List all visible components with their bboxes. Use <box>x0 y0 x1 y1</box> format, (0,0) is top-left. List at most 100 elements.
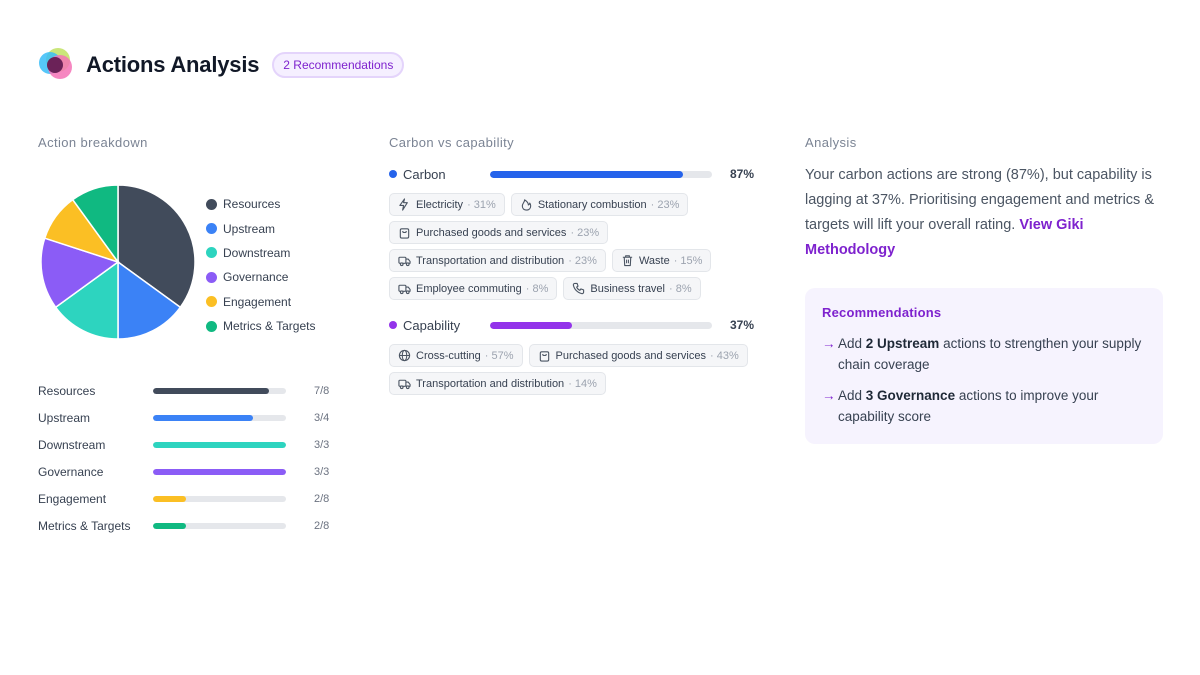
shopping-bag-icon <box>399 228 410 239</box>
breakdown-label: Resources <box>38 384 96 399</box>
breakdown-count: 3/4 <box>314 412 330 425</box>
capability-chips: Cross-cutting · 57% Purchased goods and se… <box>389 344 759 395</box>
phone-icon <box>573 282 585 295</box>
breakdown-bar-fill <box>153 442 286 449</box>
recommendation-item: → Add 3 Governance actions to improve you… <box>822 385 1146 427</box>
chip-label: Purchased goods and services <box>555 349 706 362</box>
legend-item-resources: Resources <box>206 192 315 216</box>
recommendation-text: Add 2 Upstream actions to strengthen you… <box>838 333 1146 375</box>
carbon-progress-fill <box>490 170 684 178</box>
capability-metric: Capability 37% <box>389 316 754 334</box>
recommendation-highlight: 3 Governance <box>865 388 956 403</box>
legend-dot <box>206 320 217 332</box>
breakdown-count: 3/3 <box>314 439 330 452</box>
breakdown-bar-track <box>153 388 286 395</box>
chip-percent: · 31% <box>467 198 496 211</box>
chip-purchased-goods-and-services[interactable]: Purchased goods and services · 23% <box>389 221 609 244</box>
shopping-bag-icon <box>539 351 549 362</box>
legend-item-engagement: Engagement <box>206 290 315 314</box>
breakdown-row-engagement: Engagement 2/8 <box>38 486 338 513</box>
breakdown-row-governance: Governance 3/3 <box>38 459 338 486</box>
legend-label: Engagement <box>223 294 292 309</box>
chip-electricity[interactable]: Electricity · 31% <box>389 193 505 216</box>
legend-dot <box>206 247 217 259</box>
chip-stationary-combustion[interactable]: Stationary combustion · 23% <box>510 193 689 216</box>
breakdown-bar-fill <box>153 415 253 422</box>
chip-purchased-goods-and-services[interactable]: Purchased goods and services · 43% <box>528 344 748 367</box>
breakdown-count: 7/8 <box>314 385 330 398</box>
carbon-metric: Carbon 87% <box>389 165 754 183</box>
chip-percent: · 8% <box>669 282 692 295</box>
recommendation-prefix: Add <box>838 388 866 403</box>
pie-legend: Resources Upstream Downstream Governance Eng… <box>206 192 315 338</box>
legend-item-upstream: Upstream <box>206 216 315 240</box>
chip-label: Waste <box>638 254 670 267</box>
legend-dot <box>206 198 217 210</box>
recommendations-title: Recommendations <box>822 305 942 320</box>
breakdown-bars: Resources 7/8 Upstream 3/4 Downstream 3/3 Gove… <box>38 378 338 539</box>
chip-percent: · 23% <box>650 198 680 211</box>
breakdown-bar-track <box>153 442 286 449</box>
breakdown-label: Downstream <box>38 438 106 453</box>
breakdown-bar-track <box>153 469 286 476</box>
legend-label: Governance <box>223 270 289 285</box>
breakdown-label: Engagement <box>38 492 107 506</box>
legend-item-metrics-and-targets: Metrics & Targets <box>206 314 315 338</box>
chip-cross-cutting[interactable]: Cross-cutting · 57% <box>389 344 523 367</box>
breakdown-bar-fill <box>153 522 187 529</box>
chip-percent: · 8% <box>525 282 549 295</box>
capability-percent: 37% <box>730 318 755 332</box>
chip-transportation-and-distribution[interactable]: Transportation and distribution · 23% <box>389 249 606 272</box>
analysis-body: Your carbon actions are strong (87%), bu… <box>805 167 1154 233</box>
breakdown-bar-fill <box>153 496 187 502</box>
carbon-chips: Electricity · 31% Stationary combustion · 2… <box>389 193 759 300</box>
breakdown-label: Metrics & Targets <box>38 518 131 533</box>
legend-dot <box>206 296 217 308</box>
action-breakdown-pie-chart <box>40 184 196 340</box>
carbon-dot <box>389 170 397 178</box>
breakdown-count: 2/8 <box>314 493 330 505</box>
breakdown-row-downstream: Downstream 3/3 <box>38 432 338 459</box>
chip-business-travel[interactable]: Business travel · 8% <box>563 277 701 300</box>
chip-percent: · 15% <box>673 254 703 267</box>
legend-item-governance: Governance <box>206 265 315 289</box>
chip-transportation-and-distribution[interactable]: Transportation and distribution · 14% <box>389 372 606 395</box>
carbon-capability-title: Carbon vs capability <box>389 135 515 150</box>
action-breakdown-title: Action breakdown <box>38 135 148 150</box>
carbon-progress-bar <box>490 170 712 178</box>
chip-label: Purchased goods and services <box>416 226 567 239</box>
recommendations-badge[interactable]: 2 Recommendations <box>272 52 405 78</box>
trash-icon <box>622 255 633 267</box>
analysis-title: Analysis <box>805 135 857 150</box>
chip-employee-commuting[interactable]: Employee commuting · 8% <box>389 277 558 300</box>
globe-icon <box>398 349 411 362</box>
chip-percent: · 14% <box>568 377 597 390</box>
legend-dot <box>206 223 217 235</box>
page-title: Actions Analysis <box>86 52 260 77</box>
giki-logo-icon <box>39 48 72 79</box>
chip-percent: · 23% <box>568 254 597 267</box>
breakdown-count: 3/3 <box>314 466 330 479</box>
breakdown-count: 2/8 <box>314 519 330 532</box>
capability-progress-bar <box>490 321 712 329</box>
legend-dot <box>206 271 217 283</box>
flame-icon <box>521 199 532 211</box>
legend-label: Metrics & Targets <box>223 319 316 334</box>
breakdown-row-resources: Resources 7/8 <box>38 378 338 405</box>
capability-progress-fill <box>490 321 573 329</box>
truck-icon <box>398 379 411 390</box>
legend-label: Downstream <box>223 245 291 260</box>
chip-percent: · 43% <box>709 349 739 362</box>
recommendation-item: → Add 2 Upstream actions to strengthen yo… <box>822 333 1146 375</box>
chip-label: Business travel <box>590 282 665 295</box>
truck-icon <box>398 284 411 295</box>
arrow-right-icon: → <box>822 336 836 351</box>
breakdown-row-upstream: Upstream 3/4 <box>38 405 338 432</box>
capability-label: Capability <box>403 317 461 333</box>
chip-label: Electricity <box>416 198 464 211</box>
chip-waste[interactable]: Waste · 15% <box>611 249 712 272</box>
chip-label: Cross-cutting <box>416 349 481 362</box>
recommendations-list: → Add 2 Upstream actions to strengthen yo… <box>822 333 1146 427</box>
recommendation-highlight: 2 Upstream <box>865 336 940 351</box>
chip-label: Stationary combustion <box>537 198 647 211</box>
